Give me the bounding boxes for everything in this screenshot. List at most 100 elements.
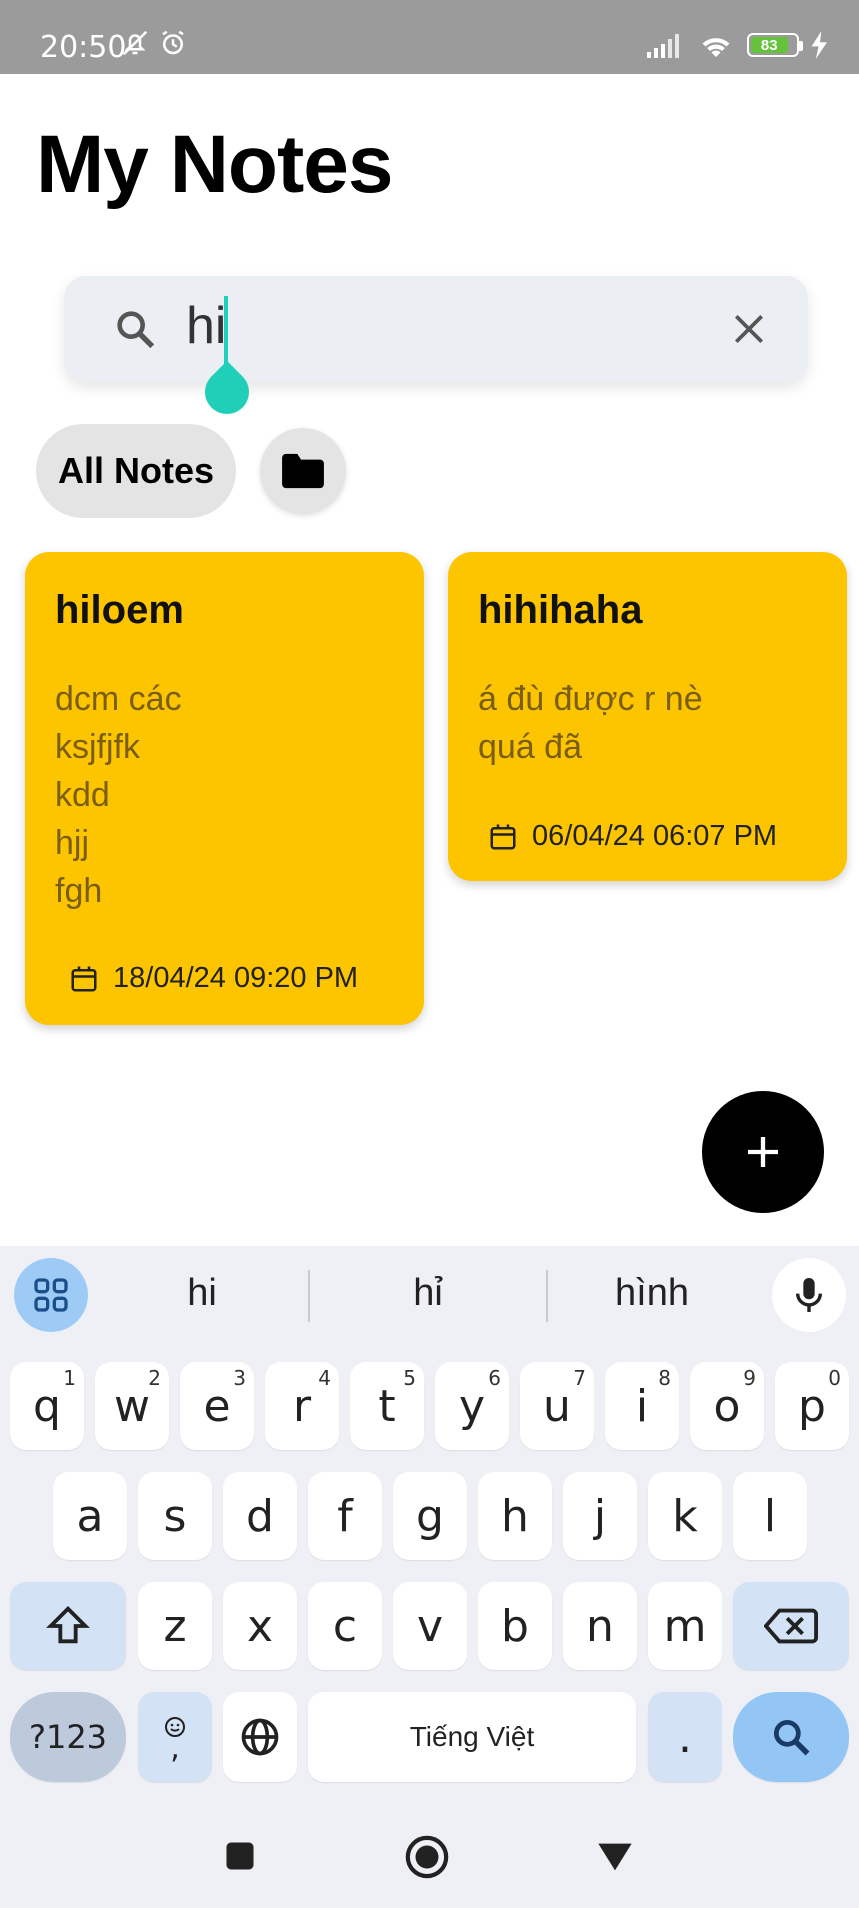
text-cursor xyxy=(224,296,228,366)
key-label: p xyxy=(798,1380,826,1432)
suggestion-divider xyxy=(546,1270,548,1322)
recent-apps-icon[interactable] xyxy=(222,1838,258,1874)
language-key[interactable] xyxy=(223,1692,297,1782)
key-number: 5 xyxy=(403,1366,416,1390)
shift-key[interactable] xyxy=(10,1582,126,1670)
key-number: 2 xyxy=(148,1366,161,1390)
key-label: r xyxy=(292,1380,312,1432)
key-u[interactable]: u7 xyxy=(520,1362,594,1450)
emoji-comma-key[interactable]: , xyxy=(138,1692,212,1782)
note-date-text: 06/04/24 06:07 PM xyxy=(532,820,778,852)
signal-icon xyxy=(647,34,679,58)
battery-icon: 83 xyxy=(747,33,803,57)
grid-icon xyxy=(34,1278,68,1312)
search-icon xyxy=(773,1719,810,1756)
note-card[interactable]: hihihaha á đù được r nè quá đã 06/04/24 … xyxy=(448,552,847,881)
note-title: hihihaha xyxy=(478,588,643,632)
status-time: 20:50 xyxy=(40,30,127,65)
key-label: t xyxy=(378,1380,396,1432)
key-n[interactable]: n xyxy=(563,1582,637,1670)
backspace-icon xyxy=(764,1608,818,1644)
all-notes-chip[interactable]: All Notes xyxy=(36,424,236,518)
period-key[interactable]: . xyxy=(648,1692,722,1782)
status-icons-left xyxy=(120,28,188,58)
folder-button[interactable] xyxy=(260,428,346,514)
key-e[interactable]: e3 xyxy=(180,1362,254,1450)
key-z[interactable]: z xyxy=(138,1582,212,1670)
search-input[interactable]: hi xyxy=(64,276,808,382)
battery-level: 83 xyxy=(751,37,788,54)
search-query[interactable]: hi xyxy=(186,296,226,356)
note-title: hiloem xyxy=(55,588,184,632)
key-l[interactable]: l xyxy=(733,1472,807,1560)
key-f[interactable]: f xyxy=(308,1472,382,1560)
key-label: i xyxy=(635,1380,649,1432)
symbols-key[interactable]: ?123 xyxy=(10,1692,126,1782)
note-body: á đù được r nè quá đã xyxy=(478,680,703,766)
key-h[interactable]: h xyxy=(478,1472,552,1560)
key-number: 8 xyxy=(658,1366,671,1390)
key-w[interactable]: w2 xyxy=(95,1362,169,1450)
note-card[interactable]: hiloem dcm các ksjfjfk kdd hjj fgh 18/04… xyxy=(25,552,424,1025)
page-title: My Notes xyxy=(36,119,394,210)
wifi-icon xyxy=(702,38,730,57)
key-r[interactable]: r4 xyxy=(265,1362,339,1450)
calendar-icon xyxy=(490,824,516,849)
suggestion-1[interactable]: hi xyxy=(102,1272,302,1315)
keyboard-apps-button[interactable] xyxy=(14,1258,88,1332)
key-x[interactable]: x xyxy=(223,1582,297,1670)
note-date: 06/04/24 06:07 PM xyxy=(488,820,777,853)
key-number: 4 xyxy=(318,1366,331,1390)
key-v[interactable]: v xyxy=(393,1582,467,1670)
key-j[interactable]: j xyxy=(563,1472,637,1560)
navigation-bar xyxy=(0,1800,859,1908)
key-d[interactable]: d xyxy=(223,1472,297,1560)
suggestion-2[interactable]: hỉ xyxy=(328,1272,528,1315)
folder-icon xyxy=(282,453,324,489)
key-number: 7 xyxy=(573,1366,586,1390)
search-submit-key[interactable] xyxy=(733,1692,849,1782)
key-p[interactable]: p0 xyxy=(775,1362,849,1450)
add-note-button[interactable] xyxy=(702,1091,824,1213)
home-icon[interactable] xyxy=(404,1834,450,1880)
key-number: 1 xyxy=(63,1366,76,1390)
charging-icon xyxy=(811,31,827,59)
search-icon xyxy=(117,311,155,349)
note-body: dcm các ksjfjfk kdd hjj fgh xyxy=(55,680,182,910)
suggestion-bar: hi hỉ hình xyxy=(0,1246,859,1344)
space-key[interactable]: Tiếng Việt xyxy=(308,1692,636,1782)
key-o[interactable]: o9 xyxy=(690,1362,764,1450)
key-s[interactable]: s xyxy=(138,1472,212,1560)
key-y[interactable]: y6 xyxy=(435,1362,509,1450)
calendar-icon xyxy=(71,966,97,991)
key-b[interactable]: b xyxy=(478,1582,552,1670)
key-number: 9 xyxy=(743,1366,756,1390)
key-m[interactable]: m xyxy=(648,1582,722,1670)
key-number: 0 xyxy=(828,1366,841,1390)
key-k[interactable]: k xyxy=(648,1472,722,1560)
key-c[interactable]: c xyxy=(308,1582,382,1670)
comma-label: , xyxy=(170,1731,180,1766)
voice-input-button[interactable] xyxy=(772,1258,846,1332)
key-g[interactable]: g xyxy=(393,1472,467,1560)
suggestion-3[interactable]: hình xyxy=(552,1272,752,1315)
note-date-text: 18/04/24 09:20 PM xyxy=(113,962,359,994)
clear-search-icon[interactable] xyxy=(730,310,768,348)
backspace-key[interactable] xyxy=(733,1582,849,1670)
key-label: y xyxy=(458,1380,486,1432)
key-number: 6 xyxy=(488,1366,501,1390)
shift-icon xyxy=(46,1606,90,1644)
space-key-label: Tiếng Việt xyxy=(409,1721,535,1752)
plus-icon xyxy=(748,1137,778,1167)
key-a[interactable]: a xyxy=(53,1472,127,1560)
bell-off-icon xyxy=(122,30,148,56)
key-t[interactable]: t5 xyxy=(350,1362,424,1450)
back-icon[interactable] xyxy=(595,1840,635,1874)
key-number: 3 xyxy=(233,1366,246,1390)
microphone-icon xyxy=(795,1278,823,1312)
key-label: e xyxy=(203,1380,231,1432)
key-label: o xyxy=(713,1380,741,1432)
key-q[interactable]: q1 xyxy=(10,1362,84,1450)
key-i[interactable]: i8 xyxy=(605,1362,679,1450)
globe-icon xyxy=(241,1718,279,1756)
